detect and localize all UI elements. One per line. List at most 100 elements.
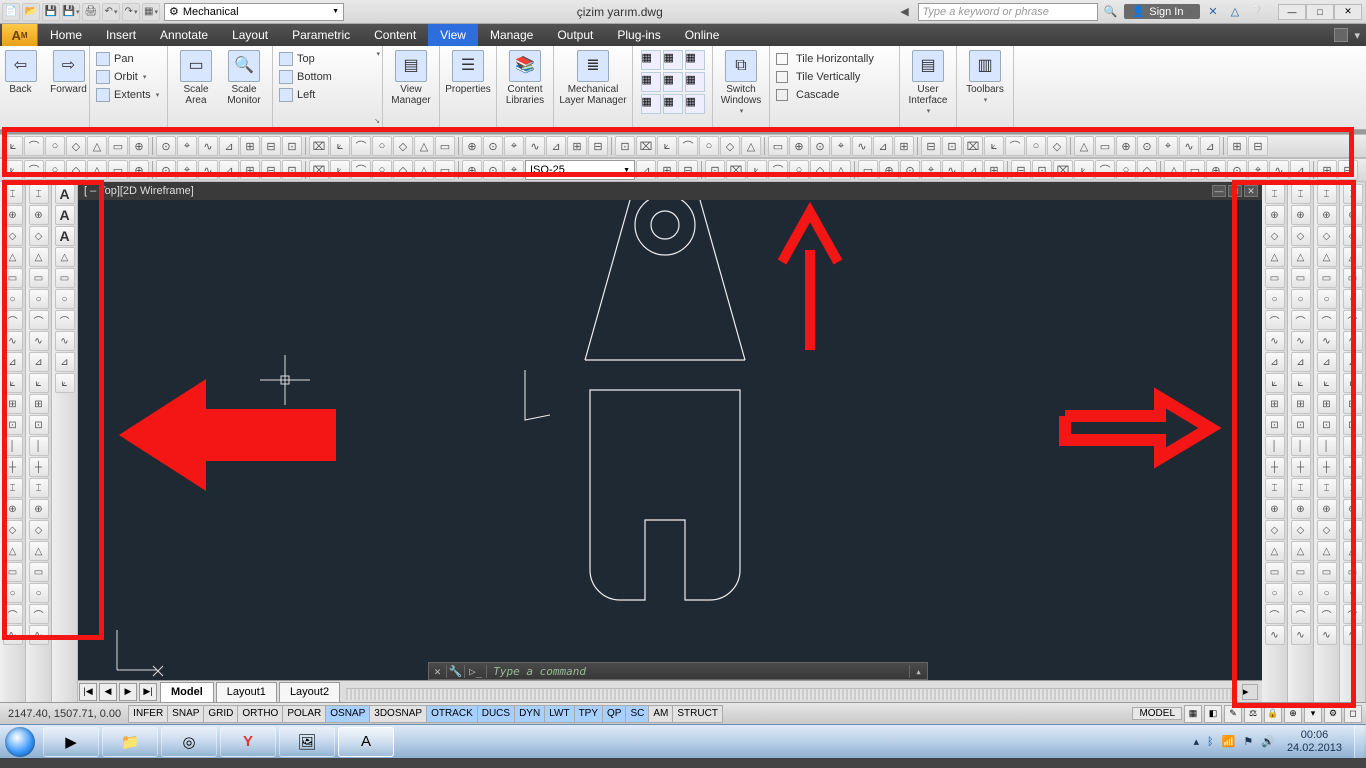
toolbar-icon[interactable]: ⊞ (1343, 394, 1363, 414)
viewport-max-icon[interactable]: □ (1228, 185, 1242, 197)
tab-insert[interactable]: Insert (94, 24, 148, 46)
status-toggle-osnap[interactable]: OSNAP (325, 705, 370, 723)
status-toggle-am[interactable]: AM (648, 705, 673, 723)
toolbar-icon[interactable]: ⌒ (1343, 604, 1363, 624)
toolbar-icon[interactable]: ○ (1265, 583, 1285, 603)
status-toggle-sc[interactable]: SC (625, 705, 649, 723)
toolbar-icon[interactable]: ∿ (1343, 625, 1363, 645)
tile-vertical-button[interactable]: Tile Vertically (776, 68, 860, 86)
toolbar-icon[interactable]: ⌶ (1265, 184, 1285, 204)
toolbar-icon[interactable]: ▭ (1265, 562, 1285, 582)
toolbar-icon[interactable]: △ (55, 247, 75, 267)
layout-next-icon[interactable]: ▶ (119, 683, 137, 701)
toolbar-icon[interactable]: │ (3, 436, 23, 456)
status-toggle-polar[interactable]: POLAR (282, 705, 326, 723)
status-toggle-lwt[interactable]: LWT (544, 705, 574, 723)
toolbar-icon[interactable]: ⊕ (129, 160, 149, 180)
toolbar-icon[interactable]: ⊙ (156, 136, 176, 156)
toolbar-icon[interactable]: ⌒ (1343, 310, 1363, 330)
toolbar-icon[interactable]: ⌶ (1343, 478, 1363, 498)
layout-last-icon[interactable]: ▶| (139, 683, 157, 701)
dimstyle-combo[interactable]: ISO-25▼ (525, 160, 635, 180)
model-paper-toggle[interactable]: MODEL (1132, 707, 1182, 720)
toolbar-icon[interactable]: ⌖ (504, 136, 524, 156)
layout-tab-layout1[interactable]: Layout1 (216, 682, 277, 702)
toolbar-icon[interactable]: ⊿ (3, 352, 23, 372)
palette-icon[interactable]: ▦ (641, 94, 661, 114)
toolbar-icon[interactable]: △ (1291, 541, 1311, 561)
toolbar-icon[interactable]: ○ (1317, 289, 1337, 309)
toolbar-icon[interactable]: ◇ (3, 520, 23, 540)
toolbar-icon[interactable]: ▭ (1185, 160, 1205, 180)
toolbar-icon[interactable]: ⊕ (3, 205, 23, 225)
toolbar-icon[interactable]: ⊕ (879, 160, 899, 180)
status-toggle-struct[interactable]: STRUCT (672, 705, 723, 723)
toolbar-icon[interactable]: ⊿ (29, 352, 49, 372)
view-manager-button[interactable]: ▤View Manager (389, 50, 433, 106)
toolbar-icon[interactable]: ⊞ (567, 136, 587, 156)
toolbar-icon[interactable]: △ (831, 160, 851, 180)
tab-manage[interactable]: Manage (478, 24, 545, 46)
toolbar-icon[interactable]: ○ (372, 136, 392, 156)
status-toggle-otrack[interactable]: OTRACK (426, 705, 478, 723)
palette-icon[interactable]: ▦ (641, 72, 661, 92)
view-bottom-button[interactable]: Bottom (279, 68, 332, 86)
toolbar-icon[interactable]: ◇ (393, 136, 413, 156)
palette-icon[interactable]: ▦ (663, 94, 683, 114)
qat-plot-icon[interactable]: 🖨 (82, 3, 100, 21)
toolbar-icon[interactable]: ⊕ (1206, 160, 1226, 180)
toolbar-icon[interactable]: ◇ (1047, 136, 1067, 156)
toolbar-icon[interactable]: │ (1317, 436, 1337, 456)
toolbar-icon[interactable]: △ (3, 247, 23, 267)
status-icon[interactable]: ⊕ (1284, 705, 1302, 723)
extents-button[interactable]: Extents▾ (96, 86, 159, 104)
toolbar-icon[interactable]: ⌧ (309, 136, 329, 156)
palette-icon[interactable]: ▦ (685, 50, 705, 70)
toolbar-icon[interactable]: ⊞ (984, 160, 1004, 180)
toolbar-icon[interactable]: ◇ (66, 160, 86, 180)
grid-display-icon[interactable]: ▦ (1184, 705, 1202, 723)
toolbar-icon[interactable]: △ (1291, 247, 1311, 267)
toolbar-icon[interactable]: ○ (1026, 136, 1046, 156)
toolbar-icon[interactable]: ◇ (1291, 226, 1311, 246)
toolbar-icon[interactable]: ⌒ (24, 160, 44, 180)
ribbon-panel-icon[interactable] (1334, 28, 1348, 42)
toolbar-icon[interactable]: ⌶ (1265, 478, 1285, 498)
toolbar-icon[interactable]: ○ (3, 289, 23, 309)
toolbar-icon[interactable]: ⌖ (1248, 160, 1268, 180)
maximize-button[interactable]: □ (1306, 4, 1334, 20)
tray-clock[interactable]: 00:0624.02.2013 (1283, 729, 1346, 753)
toolbar-icon[interactable]: ⊡ (1291, 415, 1311, 435)
toolbar-icon[interactable]: ⊕ (1317, 499, 1337, 519)
toolbar-icon[interactable]: ⊞ (894, 136, 914, 156)
toolbar-icon[interactable]: ⟀ (1265, 373, 1285, 393)
qat-save-icon[interactable]: 💾 (42, 3, 60, 21)
toolbar-icon[interactable]: ⊞ (3, 394, 23, 414)
toolbar-icon[interactable]: ◇ (29, 226, 49, 246)
toolbar-icon[interactable]: ▭ (1317, 562, 1337, 582)
toolbar-icon[interactable]: ⌶ (1343, 184, 1363, 204)
status-toggle-grid[interactable]: GRID (203, 705, 238, 723)
status-toggle-3dosnap[interactable]: 3DOSNAP (369, 705, 427, 723)
toolbar-icon[interactable]: ⊞ (1291, 394, 1311, 414)
wrench-icon[interactable]: 🔧 (447, 665, 465, 678)
toolbar-icon[interactable]: ⊿ (873, 136, 893, 156)
toolbar-icon[interactable]: ⌧ (636, 136, 656, 156)
toolbar-icon[interactable]: ⊿ (1291, 352, 1311, 372)
toolbar-icon[interactable]: ⊟ (261, 136, 281, 156)
close-button[interactable]: ✕ (1334, 4, 1362, 20)
toolbar-icon[interactable]: ⊞ (1317, 160, 1337, 180)
toolbar-icon[interactable]: ⟀ (3, 136, 23, 156)
toolbar-icon[interactable]: ○ (1116, 160, 1136, 180)
command-input[interactable]: Type a command (487, 665, 909, 678)
toolbar-icon[interactable]: ⟀ (29, 373, 49, 393)
toolbar-icon[interactable]: ⌧ (309, 160, 329, 180)
layer-manager-button[interactable]: ≣Mechanical Layer Manager (560, 50, 626, 106)
toolbar-icon[interactable]: ⊿ (1317, 352, 1337, 372)
toolbar-icon[interactable]: ⊞ (240, 136, 260, 156)
toolbar-icon[interactable]: ∿ (1291, 625, 1311, 645)
forward-button[interactable]: ⇨Forward (47, 50, 91, 95)
view-top-button[interactable]: Top (279, 50, 315, 68)
toolbar-icon[interactable]: ⟀ (3, 160, 23, 180)
qat-layer-icon[interactable]: ▦ (142, 3, 160, 21)
